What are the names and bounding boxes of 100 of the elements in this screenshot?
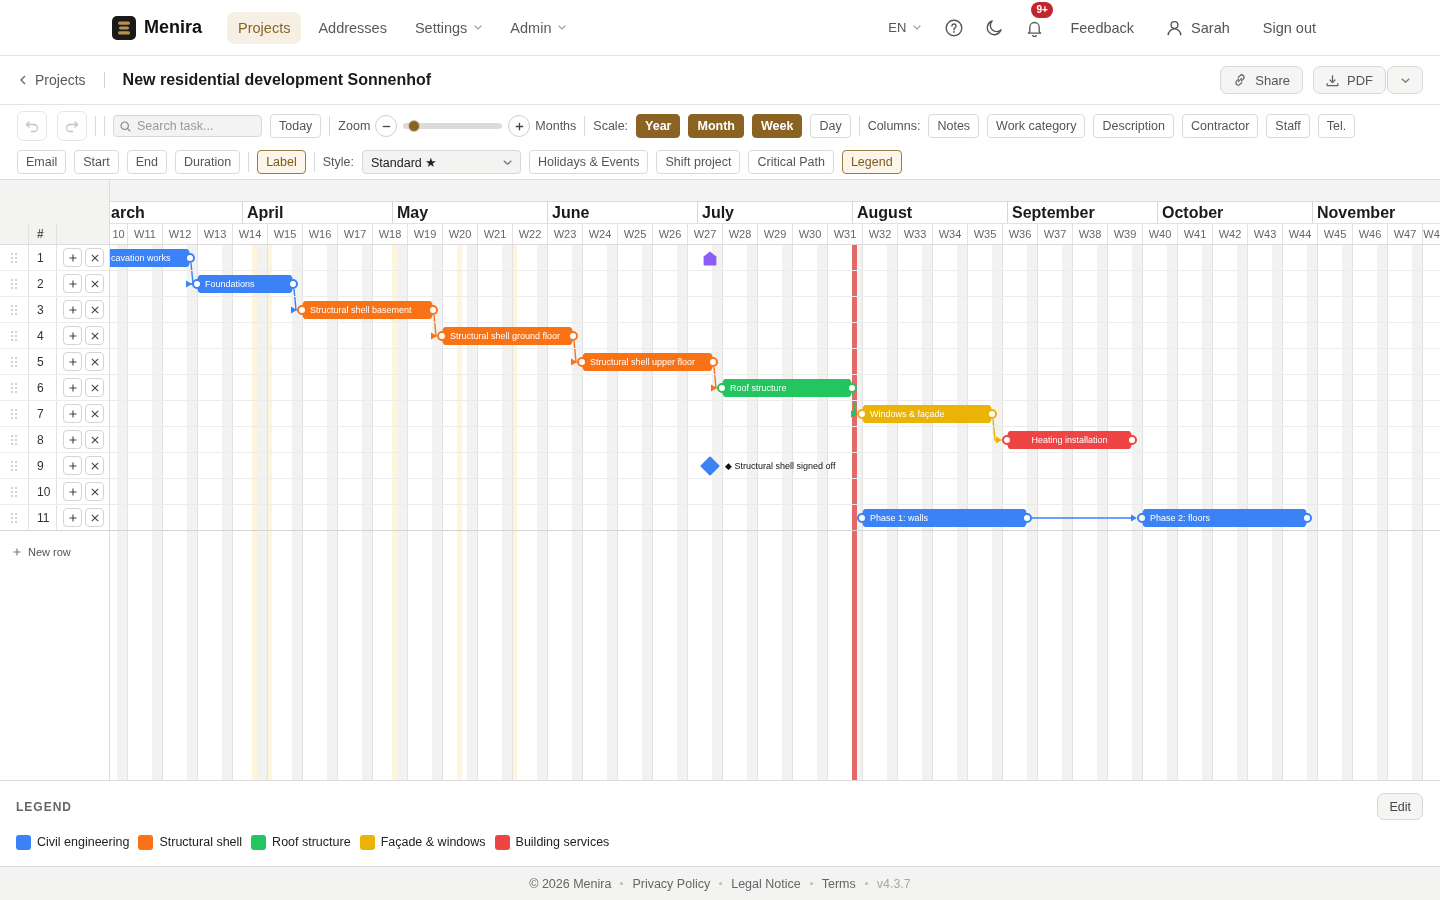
delete-row-button[interactable]	[85, 248, 104, 267]
style-select[interactable]: Standard ★	[362, 150, 522, 174]
end-handle-icon[interactable]	[577, 357, 587, 367]
delete-row-button[interactable]	[85, 508, 104, 527]
field-toggle[interactable]: End	[126, 150, 167, 174]
grip-icon[interactable]	[11, 408, 17, 419]
delete-row-button[interactable]	[85, 482, 104, 501]
chevron-down-icon	[503, 159, 513, 165]
end-handle-icon[interactable]	[1022, 513, 1032, 523]
column-toggle[interactable]: Description	[1093, 114, 1174, 138]
month-label: July	[702, 203, 734, 222]
grip-icon[interactable]	[11, 434, 17, 445]
delete-row-button[interactable]	[85, 456, 104, 475]
field-toggle[interactable]: Duration	[174, 150, 241, 174]
task-bar[interactable]: Phase 2: floors	[1137, 509, 1312, 527]
delete-row-button[interactable]	[85, 326, 104, 345]
end-handle-icon[interactable]	[297, 305, 307, 315]
help-icon[interactable]	[945, 18, 964, 37]
end-handle-icon[interactable]	[1302, 513, 1312, 523]
field-toggle[interactable]: Email	[17, 150, 67, 174]
field-toggle[interactable]: Start	[74, 150, 119, 174]
end-handle-icon[interactable]	[857, 513, 867, 523]
scale-toggle[interactable]: Month	[688, 114, 744, 138]
delete-row-button[interactable]	[85, 274, 104, 293]
scale-toggle[interactable]: Year	[636, 114, 681, 138]
grip-icon[interactable]	[11, 486, 17, 497]
search-field[interactable]: Search task...	[113, 115, 262, 137]
month-label: arch	[111, 203, 145, 222]
pentagon-marker-icon[interactable]	[703, 251, 717, 266]
pdf-button[interactable]: PDF	[1313, 66, 1386, 94]
label-toggle[interactable]: Label	[257, 150, 306, 174]
moon-icon[interactable]	[985, 18, 1004, 37]
footer-link[interactable]: Privacy Policy	[632, 876, 711, 891]
task-bar[interactable]: Foundations	[192, 275, 298, 293]
task-bar[interactable]: cavation works	[110, 249, 195, 267]
column-toggle[interactable]: Notes	[928, 114, 980, 138]
zoom-slider[interactable]	[403, 119, 503, 133]
nav-tab[interactable]: Addresses	[307, 11, 398, 44]
end-handle-icon[interactable]	[1127, 435, 1137, 445]
grip-icon[interactable]	[11, 304, 17, 315]
share-button[interactable]: Share	[1220, 66, 1303, 94]
end-handle-icon[interactable]	[185, 253, 195, 263]
user-menu[interactable]: Sarah	[1167, 19, 1230, 36]
new-row-button[interactable]: New row	[13, 546, 71, 558]
end-handle-icon[interactable]	[428, 305, 438, 315]
task-bar[interactable]: Phase 1: walls	[857, 509, 1032, 527]
milestone-diamond-icon[interactable]	[700, 456, 720, 476]
grip-icon[interactable]	[11, 460, 17, 471]
grip-icon[interactable]	[11, 278, 17, 289]
end-handle-icon[interactable]	[568, 331, 578, 341]
end-handle-icon[interactable]	[717, 383, 727, 393]
sign-out-link[interactable]: Sign out	[1262, 19, 1316, 36]
end-handle-icon[interactable]	[288, 279, 298, 289]
grip-icon[interactable]	[11, 252, 17, 263]
view-option-toggle[interactable]: Shift project	[656, 150, 741, 174]
grip-icon[interactable]	[11, 356, 17, 367]
footer-link[interactable]: Terms	[821, 876, 856, 891]
delete-row-button[interactable]	[85, 378, 104, 397]
row-number: 9	[37, 458, 44, 473]
delete-row-button[interactable]	[85, 352, 104, 371]
grip-icon[interactable]	[11, 330, 17, 341]
scale-toggle[interactable]: Day	[810, 114, 851, 138]
column-toggle[interactable]: Staff	[1266, 114, 1310, 138]
column-toggle[interactable]: Work category	[987, 114, 1086, 138]
nav-tab[interactable]: Settings	[403, 11, 494, 44]
scale-toggle[interactable]: Week	[751, 114, 803, 138]
footer-link[interactable]: Legal Notice	[731, 876, 801, 891]
nav-tab[interactable]: Projects	[227, 11, 302, 44]
language-select[interactable]: EN	[888, 20, 922, 35]
view-option-toggle[interactable]: Critical Path	[748, 150, 834, 174]
grip-icon[interactable]	[11, 512, 17, 523]
zoom-in-button[interactable]	[508, 115, 531, 137]
columns-label: Columns:	[867, 119, 921, 133]
end-handle-icon[interactable]	[192, 279, 202, 289]
column-toggle[interactable]: Contractor	[1182, 114, 1259, 138]
end-handle-icon[interactable]	[1002, 435, 1012, 445]
view-option-toggle[interactable]: Legend	[841, 150, 902, 174]
feedback-link[interactable]: Feedback	[1070, 19, 1135, 36]
end-handle-icon[interactable]	[437, 331, 447, 341]
row-number: 2	[37, 276, 44, 291]
delete-row-button[interactable]	[85, 300, 104, 319]
row-number: 3	[37, 302, 44, 317]
end-handle-icon[interactable]	[847, 383, 857, 393]
delete-row-button[interactable]	[85, 404, 104, 423]
grip-icon[interactable]	[11, 382, 17, 393]
slider-thumb[interactable]	[407, 120, 420, 132]
delete-row-button[interactable]	[85, 430, 104, 449]
task-bar[interactable]: Heating installation	[1002, 431, 1137, 449]
nav-tab[interactable]: Admin	[499, 11, 578, 44]
x-icon	[90, 461, 99, 470]
end-handle-icon[interactable]	[987, 409, 997, 419]
edit-button[interactable]: Edit	[1377, 793, 1423, 820]
view-option-toggle[interactable]: Holidays & Events	[529, 150, 649, 174]
end-handle-icon[interactable]	[708, 357, 718, 367]
end-handle-icon[interactable]	[1137, 513, 1147, 523]
column-toggle[interactable]: Tel.	[1317, 114, 1356, 138]
zoom-out-button[interactable]	[375, 115, 398, 137]
back-link[interactable]: Projects	[20, 72, 86, 88]
end-handle-icon[interactable]	[857, 409, 867, 419]
today-button[interactable]: Today	[270, 114, 322, 138]
